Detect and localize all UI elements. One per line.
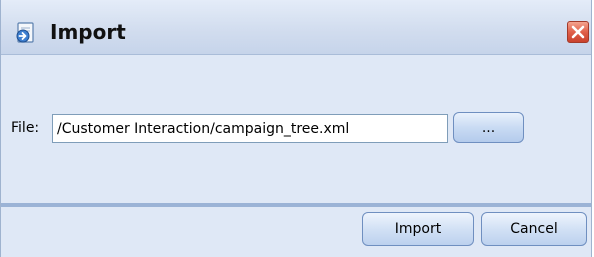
import-icon <box>14 21 38 45</box>
file-path-input[interactable] <box>52 114 448 143</box>
file-label: File: <box>11 120 40 136</box>
cancel-button[interactable]: Cancel <box>481 212 587 246</box>
close-button[interactable] <box>567 21 589 43</box>
dialog-footer: Import Cancel <box>1 207 591 257</box>
import-dialog: Import File: ... Import Cancel <box>0 0 592 257</box>
dialog-title: Import <box>50 20 126 44</box>
dialog-body: File: ... <box>1 55 591 203</box>
browse-button[interactable]: ... <box>453 112 524 143</box>
close-icon <box>571 25 585 39</box>
import-button[interactable]: Import <box>362 212 474 246</box>
dialog-titlebar[interactable]: Import <box>1 0 591 55</box>
